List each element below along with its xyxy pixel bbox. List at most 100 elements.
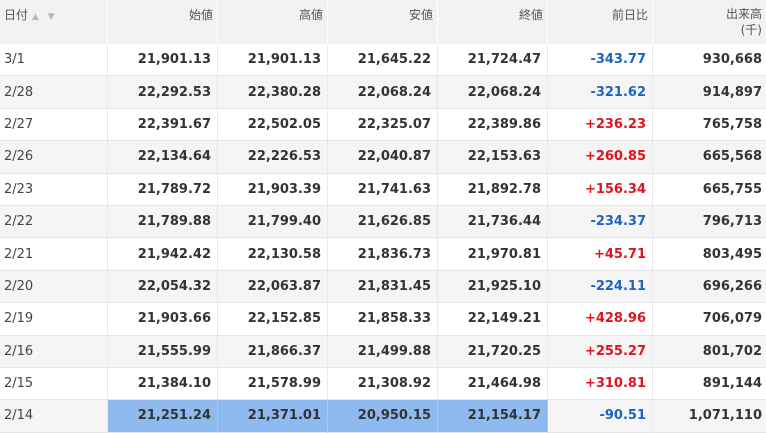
table-row: 2/20 22,054.32 22,063.87 21,831.45 21,925.10… [0, 270, 766, 304]
table-row: 3/1 21,901.13 21,901.13 21,645.22 21,724.47-… [0, 44, 766, 77]
price-history-table: 日付 ▲ ▼ 始値 高値 安値 終値 前日比 出来高 (千) 3/1 21,901.… [0, 0, 766, 433]
cell-volume: 665,568 [653, 141, 766, 174]
cell-low: 21,858.33 [328, 303, 438, 336]
cell-high: 21,901.13 [218, 44, 328, 77]
cell-date: 2/26 [0, 141, 108, 174]
table-row: 2/16 21,555.99 21,866.37 21,499.88 21,720.25… [0, 335, 766, 368]
cell-volume: 1,071,110 [653, 400, 766, 433]
cell-open: 22,292.53 [108, 76, 218, 109]
cell-volume: 914,897 [653, 76, 766, 109]
cell-date: 2/28 [0, 76, 108, 109]
cell-volume: 665,755 [653, 173, 766, 206]
cell-change: -90.51 [548, 400, 653, 433]
cell-date: 2/16 [0, 335, 108, 368]
cell-high: 21,866.37 [218, 335, 328, 368]
cell-low: 22,068.24 [328, 76, 438, 109]
column-header-date[interactable]: 日付 ▲ ▼ [0, 0, 108, 44]
table-row: 2/14 21,251.24 21,371.01 20,950.15 21,154.17… [0, 400, 766, 433]
table-row: 2/26 22,134.64 22,226.53 22,040.87 22,153.63… [0, 141, 766, 174]
cell-change: -234.37 [548, 205, 653, 239]
cell-change: +310.81 [548, 367, 653, 401]
table-header: 日付 ▲ ▼ 始値 高値 安値 終値 前日比 出来高 (千) [0, 0, 766, 44]
cell-open: 21,789.72 [108, 173, 218, 206]
cell-high: 22,152.85 [218, 303, 328, 336]
close-header-label: 終値 [518, 8, 543, 22]
cell-low: 21,645.22 [328, 44, 438, 77]
cell-change: +260.85 [548, 141, 653, 174]
cell-high: 21,799.40 [218, 205, 328, 239]
cell-close: 22,153.63 [438, 141, 548, 174]
cell-close: 22,389.86 [438, 108, 548, 142]
cell-date: 2/15 [0, 367, 108, 401]
cell-volume: 803,495 [653, 238, 766, 271]
cell-close: 21,724.47 [438, 44, 548, 77]
table-body: 3/1 21,901.13 21,901.13 21,645.22 21,724.47-… [0, 44, 766, 433]
date-header-label: 日付 [4, 8, 29, 22]
cell-high: 21,371.01 [218, 400, 328, 433]
high-header-label: 高値 [298, 8, 323, 22]
cell-volume: 706,079 [653, 303, 766, 336]
cell-change: +156.34 [548, 173, 653, 206]
cell-volume: 801,702 [653, 335, 766, 368]
cell-low: 21,741.63 [328, 173, 438, 206]
volume-unit-label: (千) [740, 23, 762, 37]
cell-change: -321.62 [548, 76, 653, 109]
cell-date: 2/19 [0, 303, 108, 336]
cell-volume: 696,266 [653, 270, 766, 304]
cell-close: 21,154.17 [438, 400, 548, 433]
cell-open: 21,555.99 [108, 335, 218, 368]
cell-close: 22,149.21 [438, 303, 548, 336]
cell-change: +236.23 [548, 108, 653, 142]
cell-high: 22,226.53 [218, 141, 328, 174]
cell-open: 21,251.24 [108, 400, 218, 433]
column-header-change: 前日比 [548, 0, 653, 44]
cell-close: 21,720.25 [438, 335, 548, 368]
cell-date: 2/20 [0, 270, 108, 304]
cell-open: 21,384.10 [108, 367, 218, 401]
cell-high: 21,903.39 [218, 173, 328, 206]
table-row: 2/15 21,384.10 21,578.99 21,308.92 21,464.98… [0, 367, 766, 401]
cell-volume: 765,758 [653, 108, 766, 142]
cell-low: 21,836.73 [328, 238, 438, 271]
cell-change: -343.77 [548, 44, 653, 77]
column-header-low: 安値 [328, 0, 438, 44]
sort-arrows-icon[interactable]: ▲ ▼ [32, 12, 58, 22]
column-header-close: 終値 [438, 0, 548, 44]
cell-low: 20,950.15 [328, 400, 438, 433]
cell-high: 22,502.05 [218, 108, 328, 142]
cell-date: 2/22 [0, 205, 108, 239]
cell-open: 21,789.88 [108, 205, 218, 239]
cell-low: 21,308.92 [328, 367, 438, 401]
cell-volume: 930,668 [653, 44, 766, 77]
cell-high: 21,578.99 [218, 367, 328, 401]
cell-change: -224.11 [548, 270, 653, 304]
cell-close: 22,068.24 [438, 76, 548, 109]
column-header-high: 高値 [218, 0, 328, 44]
change-header-label: 前日比 [611, 8, 648, 22]
cell-close: 21,925.10 [438, 270, 548, 304]
column-header-open: 始値 [108, 0, 218, 44]
table-row: 2/22 21,789.88 21,799.40 21,626.85 21,736.44… [0, 205, 766, 239]
cell-low: 22,325.07 [328, 108, 438, 142]
cell-close: 21,464.98 [438, 367, 548, 401]
table-row: 2/23 21,789.72 21,903.39 21,741.63 21,892.78… [0, 173, 766, 206]
cell-date: 2/27 [0, 108, 108, 142]
cell-low: 22,040.87 [328, 141, 438, 174]
cell-date: 2/21 [0, 238, 108, 271]
cell-high: 22,380.28 [218, 76, 328, 109]
table-row: 2/27 22,391.67 22,502.05 22,325.07 22,389.86… [0, 108, 766, 142]
cell-change: +45.71 [548, 238, 653, 271]
cell-high: 22,063.87 [218, 270, 328, 304]
cell-date: 2/23 [0, 173, 108, 206]
cell-high: 22,130.58 [218, 238, 328, 271]
cell-open: 21,903.66 [108, 303, 218, 336]
cell-open: 21,901.13 [108, 44, 218, 77]
cell-open: 22,391.67 [108, 108, 218, 142]
cell-open: 22,134.64 [108, 141, 218, 174]
open-header-label: 始値 [188, 8, 213, 22]
cell-volume: 891,144 [653, 367, 766, 401]
cell-low: 21,626.85 [328, 205, 438, 239]
cell-close: 21,892.78 [438, 173, 548, 206]
column-header-volume: 出来高 (千) [653, 0, 766, 44]
low-header-label: 安値 [408, 8, 433, 22]
